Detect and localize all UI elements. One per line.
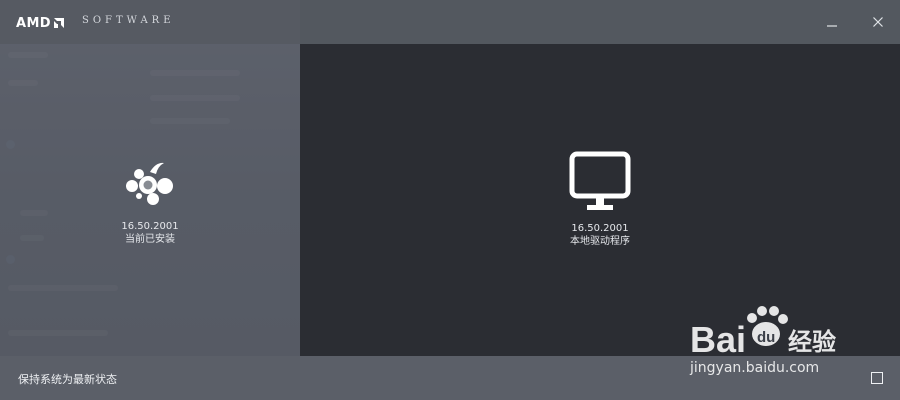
product-name: SOFTWARE [82,15,175,26]
minimize-button[interactable] [822,12,842,32]
local-driver-info[interactable]: 16.50.2001 本地驱动程序 [540,150,660,248]
watermark-brand-right: du [757,329,775,346]
local-version: 16.50.2001 [571,223,629,234]
close-button[interactable] [868,12,888,32]
installed-version: 16.50.2001 [121,221,179,232]
minimize-icon [827,25,837,27]
local-label: 本地驱动程序 [570,236,630,247]
watermark-tail: 经验 [788,328,836,356]
monitor-icon [569,151,631,210]
installed-label: 当前已安装 [125,234,175,245]
keep-updated-checkbox[interactable] [871,372,883,384]
watermark-brand-left: Bai [690,319,746,360]
close-icon [873,17,883,27]
amd-radeon-logo-icon [126,162,173,205]
installed-driver-info: 16.50.2001 当前已安装 [90,160,210,246]
brand-name: AMD [16,15,51,31]
keep-updated-label: 保持系统为最新状态 [18,373,117,386]
amd-arrow-icon [54,18,64,28]
amd-logo: AMD [16,14,65,32]
title-bar: AMD SOFTWARE [0,0,900,44]
watermark-url: jingyan.baidu.com [690,360,820,376]
